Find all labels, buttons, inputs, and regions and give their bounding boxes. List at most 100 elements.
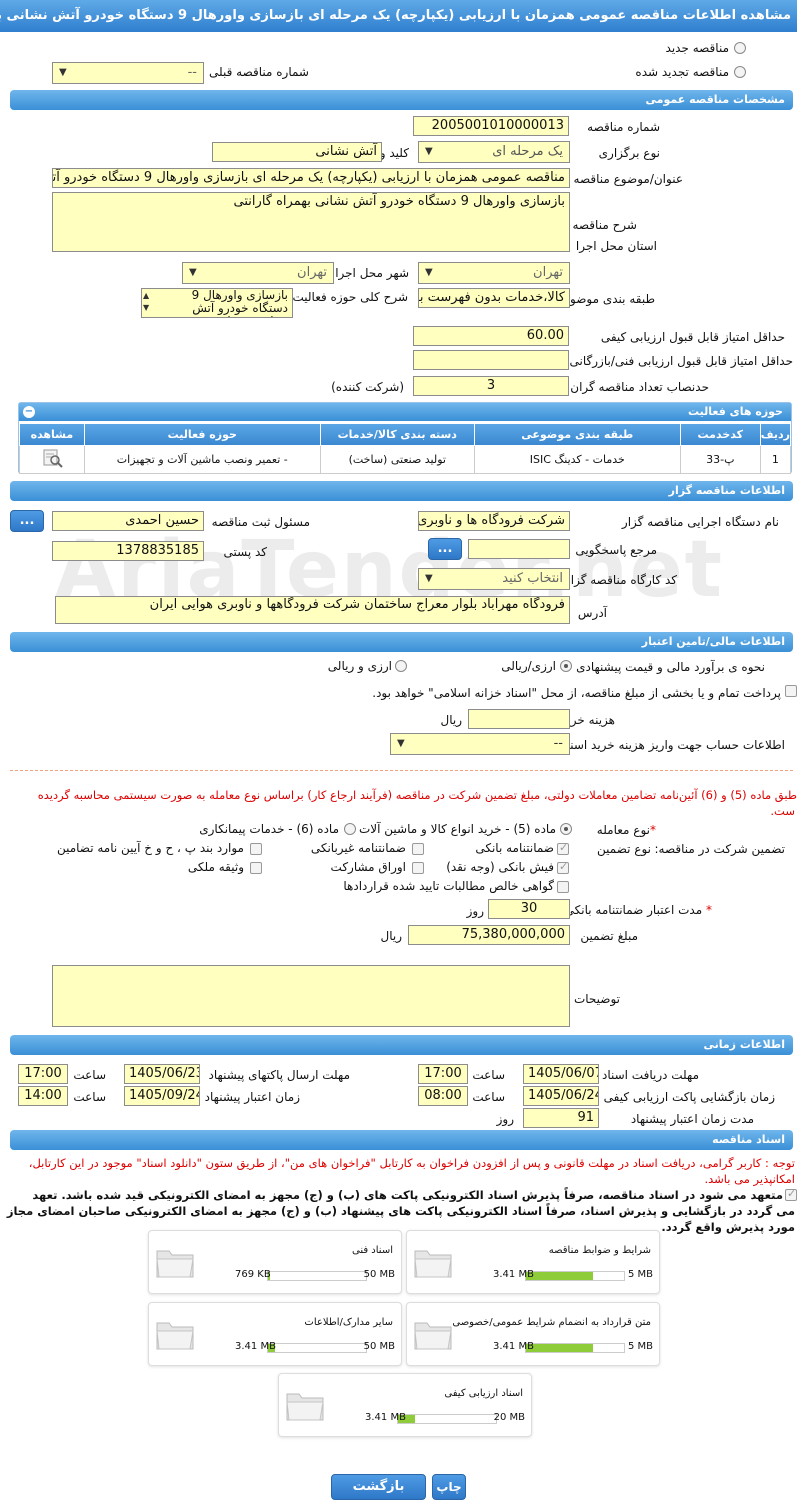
section-general: مشخصات مناقصه عمومی <box>10 90 793 110</box>
chevron-down-icon: ▼ <box>59 67 67 78</box>
amount-unit: ریال <box>380 929 402 943</box>
commit-checkbox <box>785 1187 797 1201</box>
doc-title: شرایط و ضوابط مناقصه <box>548 1245 651 1256</box>
page-title: مشاهده اطلاعات مناقصه عمومی همزمان با ار… <box>0 0 797 32</box>
cb-cash[interactable] <box>557 860 569 874</box>
prev-number-label: شماره مناقصه قبلی <box>209 65 309 79</box>
section-organizer: اطلاعات مناقصه گزار <box>10 481 793 501</box>
send-time[interactable]: 17:00 <box>18 1064 68 1084</box>
size-progress-bar <box>525 1343 625 1353</box>
receive-time[interactable]: 17:00 <box>418 1064 468 1084</box>
cb-receivables[interactable] <box>557 881 569 893</box>
responsible-label: مسئول ثبت مناقصه <box>211 515 310 529</box>
open-time[interactable]: 08:00 <box>418 1086 468 1106</box>
send-date[interactable]: 1405/06/23 <box>124 1064 200 1084</box>
send-label: مهلت ارسال پاکتهای پیشنهاد <box>208 1068 350 1082</box>
validity-field[interactable]: 30 <box>488 899 570 919</box>
open-label: زمان بازگشایی پاکت ارزیابی کیفی <box>603 1090 775 1104</box>
doc-card[interactable]: اسناد فنی 769 KB 50 MB <box>148 1230 402 1294</box>
doc-title: سایر مدارک/اطلاعات <box>304 1317 393 1328</box>
radio-deal-6[interactable] <box>344 823 356 835</box>
type-select[interactable]: یک مرحله ای ▼ <box>418 141 570 163</box>
amount-field[interactable]: 75,380,000,000 <box>408 925 570 945</box>
amount-label: مبلغ تضمین <box>580 929 638 943</box>
view-icon[interactable] <box>40 448 64 468</box>
subject-field[interactable]: مناقصه عمومی همزمان با ارزیابی (یکپارچه)… <box>52 168 570 188</box>
col-category: طبقه بندی موضوعی <box>473 423 681 446</box>
validity-label: * مدت اعتبار ضمانتنامه بانکی <box>564 903 712 917</box>
account-label: اطلاعات حساب جهت واریز هزینه خرید اسناد <box>561 738 785 752</box>
cell: تولید صنعتی (ساخت) <box>319 445 475 474</box>
cell: 1 <box>759 445 792 474</box>
doc-size: 3.41 MB <box>493 1269 534 1280</box>
province-select[interactable]: تهران ▼ <box>418 262 570 284</box>
section-timing: اطلاعات زمانی <box>10 1035 793 1055</box>
docs-notice-1: توجه : کاربر گرامی، دریافت اسناد در مهلت… <box>28 1156 795 1170</box>
radio-estimate-2[interactable] <box>395 660 407 672</box>
category-field[interactable]: کالا،خدمات بدون فهرست بها <box>418 288 570 308</box>
min-tech-label: حداقل امتیاز قابل قبول ارزیابی فنی/بازرگ… <box>569 354 793 368</box>
min-quality-label: حداقل امتیاز قابل قبول ارزیابی کیفی <box>600 330 785 344</box>
radio-estimate-1[interactable] <box>560 660 572 672</box>
receive-date[interactable]: 1405/06/07 <box>523 1064 599 1084</box>
print-button[interactable]: چاپ <box>432 1474 466 1500</box>
agency-label: نام دستگاه اجرایی مناقصه گزار <box>621 515 779 529</box>
doc-size: 769 KB <box>235 1269 271 1280</box>
activity-table-panel: حوزه های فعالیت − ردیف کدخدمت طبقه بندی … <box>18 402 792 474</box>
type-cash: فیش بانکی (وجه نقد) <box>446 860 554 874</box>
notes-field[interactable] <box>52 965 570 1027</box>
open-date[interactable]: 1405/06/24 <box>523 1086 599 1106</box>
collapse-icon[interactable]: − <box>23 406 35 418</box>
treasury-checkbox[interactable] <box>785 685 797 697</box>
doc-size: 3.41 MB <box>235 1341 276 1352</box>
ref-field[interactable] <box>468 539 570 559</box>
duration-field[interactable]: 91 <box>523 1108 599 1128</box>
cb-bonds[interactable] <box>412 862 424 874</box>
address-field[interactable]: فرودگاه مهرآباد بلوار معراج ساختمان شرکت… <box>55 596 570 624</box>
cb-property[interactable] <box>250 862 262 874</box>
number-label: شماره مناقصه <box>587 120 660 134</box>
min-tech-field[interactable] <box>413 350 569 370</box>
radio-new-tender[interactable] <box>734 42 746 54</box>
postal-field[interactable]: 1378835185 <box>52 541 204 561</box>
city-label: شهر محل اجرا <box>335 266 409 280</box>
back-button[interactable]: بازگشت <box>331 1474 426 1500</box>
min-quality-field[interactable]: 60.00 <box>413 326 569 346</box>
radio-renewed-tender[interactable] <box>734 66 746 78</box>
radio-deal-5[interactable] <box>560 823 572 835</box>
cb-bank-guarantee[interactable] <box>557 841 569 855</box>
doc-title: اسناد ارزیابی کیفی <box>444 1388 523 1399</box>
doc-cost-field[interactable] <box>468 709 570 729</box>
doc-card[interactable]: متن قرارداد به انضمام شرایط عمومی/خصوصی 3… <box>406 1302 660 1366</box>
account-select[interactable]: -- ▼ <box>390 733 570 755</box>
doc-max-size: 5 MB <box>627 1341 653 1352</box>
agency-field[interactable]: شرکت فرودگاه ها و ناوبری <box>418 511 570 531</box>
ref-browse-button[interactable]: ... <box>428 538 462 560</box>
keyword-field[interactable]: آتش نشانی <box>212 142 382 162</box>
cb-clause[interactable] <box>250 843 262 855</box>
cb-nonbank-guarantee[interactable] <box>412 843 424 855</box>
responsible-field[interactable]: حسین احمدی <box>52 511 204 531</box>
guarantee-type-label: نوع تضمین <box>597 842 651 856</box>
workshop-select[interactable]: انتخاب کنید ▼ <box>418 568 570 590</box>
doc-card[interactable]: سایر مدارک/اطلاعات 3.41 MB 50 MB <box>148 1302 402 1366</box>
activity-scroll[interactable]: ▲ ▼ <box>143 290 153 314</box>
view-cell[interactable] <box>19 445 85 474</box>
chevron-down-icon: ▼ <box>189 267 197 278</box>
doc-size: 3.41 MB <box>493 1341 534 1352</box>
activity-field[interactable]: بازسازی واورهال 9 دستگاه خودرو آتش نشانی… <box>141 288 293 318</box>
responsible-browse-button[interactable]: ... <box>10 510 44 532</box>
doc-card[interactable]: شرایط و ضوابط مناقصه 3.41 MB 5 MB <box>406 1230 660 1294</box>
valid-time[interactable]: 14:00 <box>18 1086 68 1106</box>
prev-number-select[interactable]: -- ▼ <box>52 62 204 84</box>
cell: پ-33 <box>679 445 761 474</box>
city-select[interactable]: تهران ▼ <box>182 262 334 284</box>
tender-number-field[interactable]: 2005001010000013 <box>413 116 569 136</box>
valid-date[interactable]: 1405/09/24 <box>124 1086 200 1106</box>
type-property: وثیقه ملکی <box>187 860 244 874</box>
doc-title: متن قرارداد به انضمام شرایط عمومی/خصوصی <box>452 1317 651 1328</box>
workshop-label: کد کارگاه مناقصه گزار <box>564 573 677 587</box>
min-bidders-field[interactable]: 3 <box>413 376 569 396</box>
doc-card[interactable]: اسناد ارزیابی کیفی 3.41 MB 20 MB <box>278 1373 532 1437</box>
desc-field[interactable]: بازسازی واورهال 9 دستگاه خودرو آتش نشانی… <box>52 192 570 252</box>
